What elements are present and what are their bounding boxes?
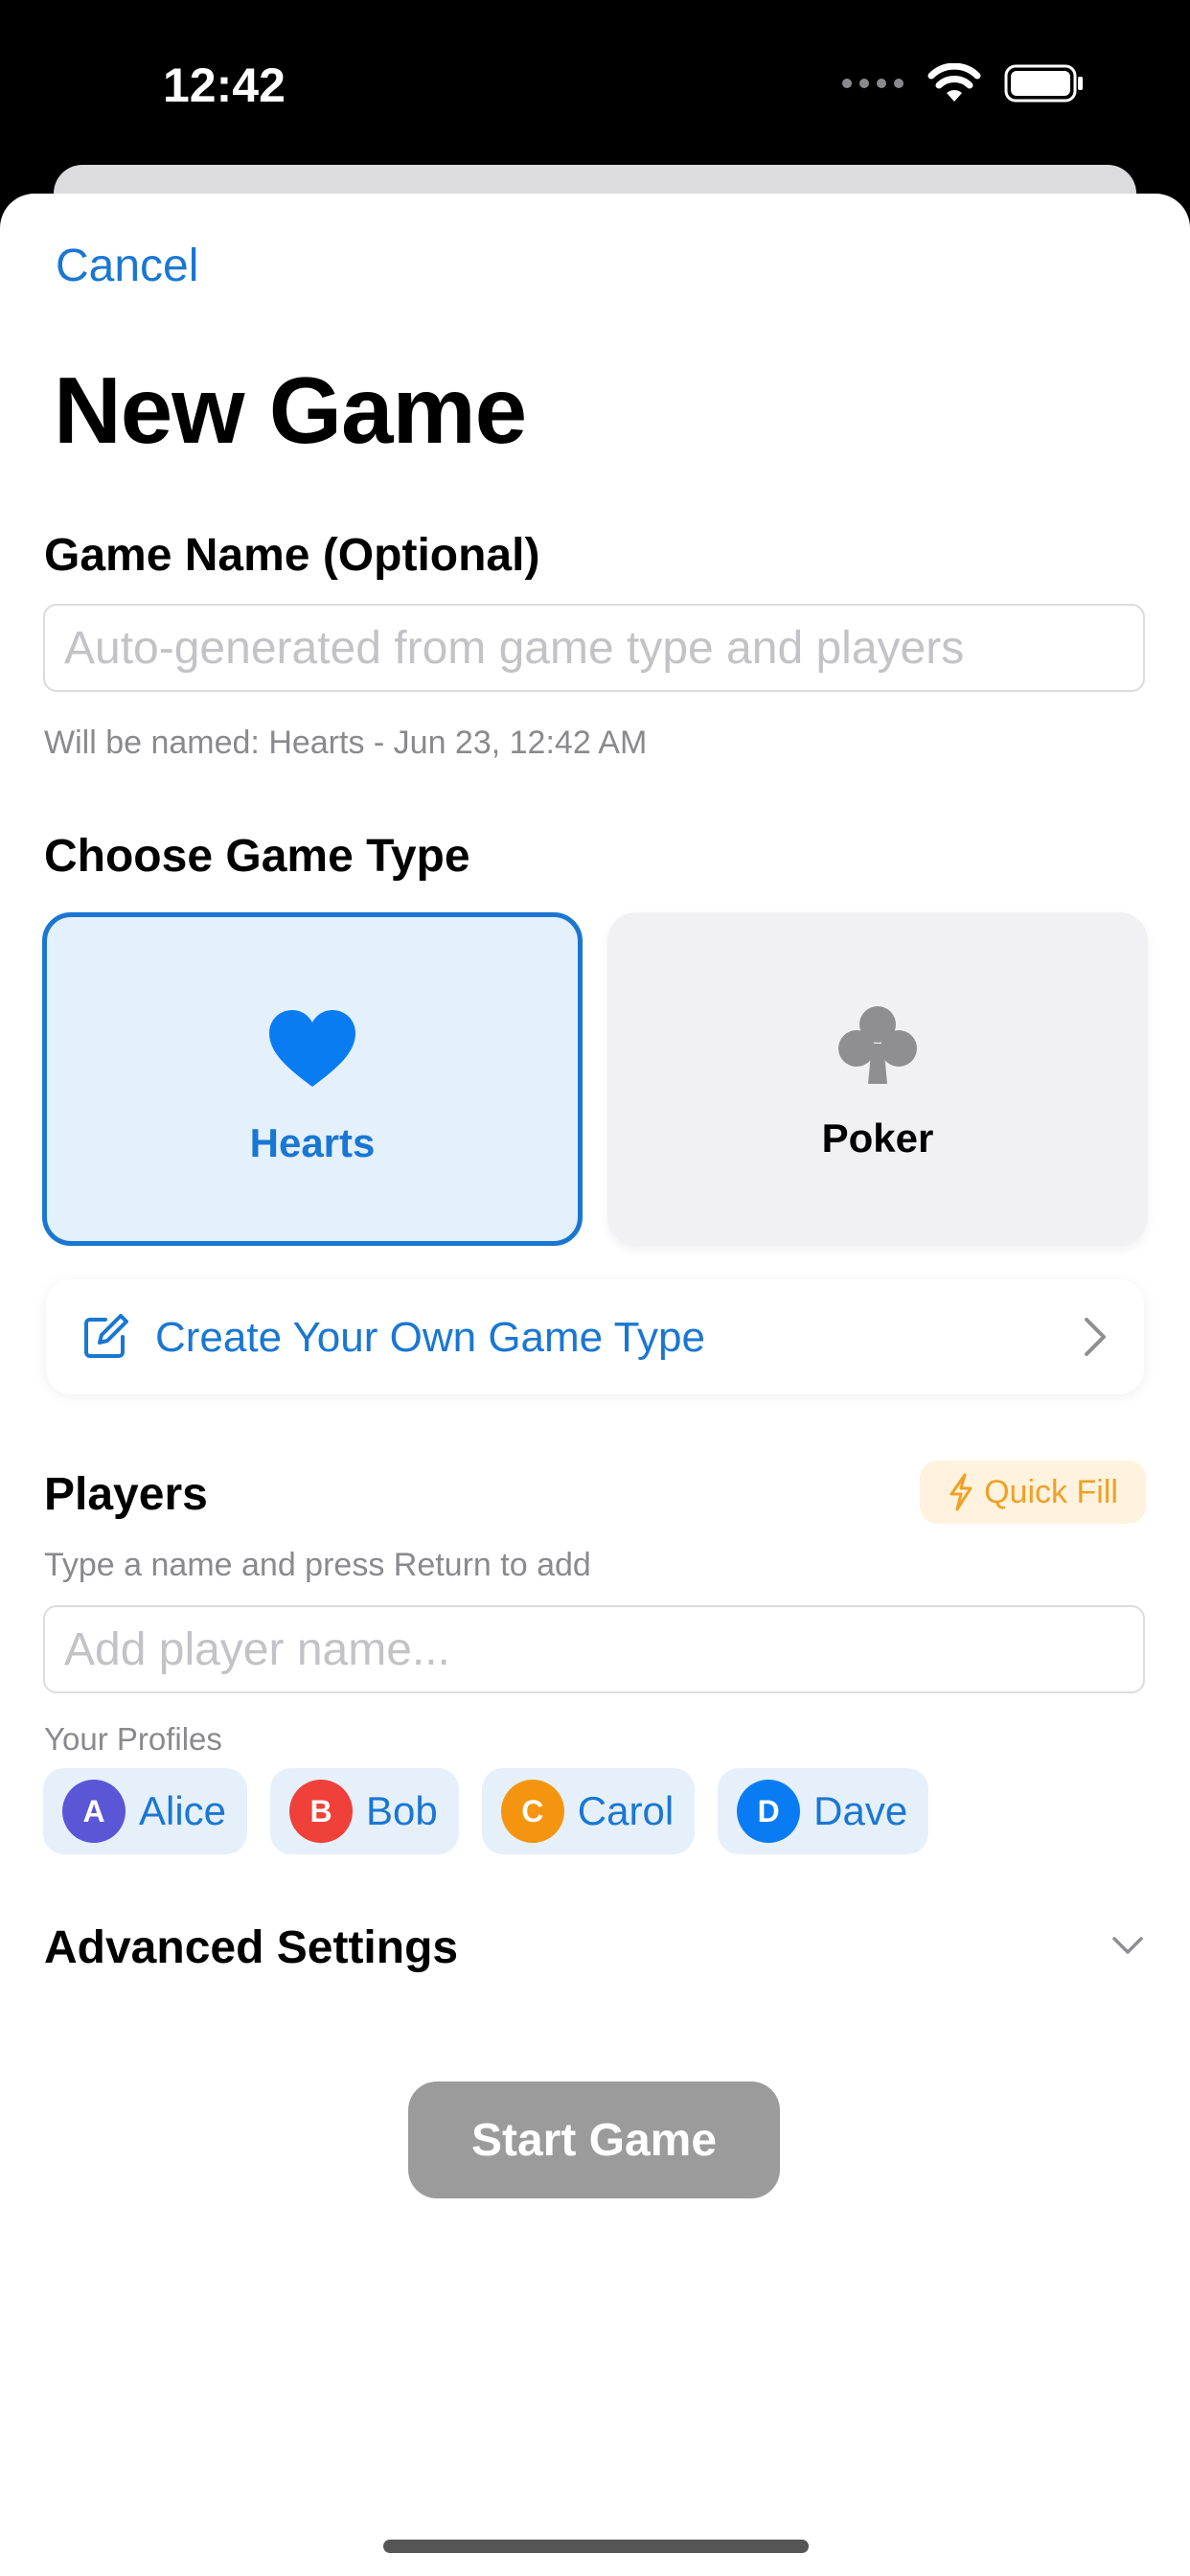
home-indicator — [383, 2540, 809, 2553]
players-label: Players — [44, 1469, 208, 1520]
profile-chip-dave[interactable]: D Dave — [718, 1768, 929, 1854]
add-player-placeholder: Add player name... — [64, 1623, 450, 1675]
profile-name: Dave — [813, 1788, 908, 1833]
signal-dots-icon — [842, 79, 904, 88]
avatar: A — [62, 1780, 126, 1843]
cancel-button[interactable]: Cancel — [56, 240, 198, 292]
game-name-placeholder: Auto-generated from game type and player… — [64, 622, 965, 674]
battery-icon — [1004, 64, 1083, 103]
profile-chip-bob[interactable]: B Bob — [270, 1768, 459, 1854]
profile-chip-carol[interactable]: C Carol — [481, 1768, 696, 1854]
profile-chip-alice[interactable]: A Alice — [43, 1768, 248, 1854]
avatar: C — [500, 1780, 564, 1843]
game-name-input[interactable]: Auto-generated from game type and player… — [43, 604, 1145, 692]
club-icon — [838, 1006, 917, 1084]
add-player-input[interactable]: Add player name... — [43, 1605, 1145, 1693]
profile-list: A Alice B Bob C Carol D Dave — [43, 1768, 929, 1854]
create-game-type-button[interactable]: Create Your Own Game Type — [46, 1279, 1144, 1394]
status-bar: 12:42 — [0, 0, 1190, 163]
create-game-type-label: Create Your Own Game Type — [155, 1314, 705, 1361]
players-hint: Type a name and press Return to add — [44, 1547, 591, 1583]
profile-name: Bob — [366, 1788, 438, 1833]
start-game-button[interactable]: Start Game — [408, 2082, 780, 2198]
game-type-hearts[interactable]: Hearts — [42, 912, 583, 1246]
chevron-right-icon — [1085, 1318, 1106, 1356]
advanced-settings-toggle[interactable]: Advanced Settings — [44, 1921, 458, 1974]
game-name-label: Game Name (Optional) — [44, 530, 540, 581]
quick-fill-label: Quick Fill — [984, 1473, 1118, 1510]
heart-icon — [269, 1010, 355, 1087]
profile-name: Carol — [577, 1788, 675, 1833]
game-type-hearts-label: Hearts — [249, 1120, 376, 1165]
game-type-poker[interactable]: Poker — [607, 912, 1148, 1246]
game-type-label: Choose Game Type — [44, 831, 470, 882]
chevron-down-icon[interactable] — [1111, 1936, 1144, 1955]
edit-icon — [84, 1314, 128, 1358]
wifi-icon — [927, 63, 981, 102]
game-type-poker-label: Poker — [821, 1116, 934, 1161]
avatar: D — [737, 1780, 801, 1843]
avatar: B — [289, 1780, 354, 1843]
status-icons — [841, 63, 1085, 104]
quick-fill-button[interactable]: Quick Fill — [920, 1460, 1146, 1524]
profile-name: Alice — [139, 1788, 227, 1833]
bolt-icon — [950, 1473, 973, 1511]
status-time: 12:42 — [163, 58, 286, 112]
your-profiles-label: Your Profiles — [44, 1721, 222, 1757]
page-title: New Game — [54, 357, 527, 463]
game-name-hint: Will be named: Hearts - Jun 23, 12:42 AM — [44, 724, 648, 761]
